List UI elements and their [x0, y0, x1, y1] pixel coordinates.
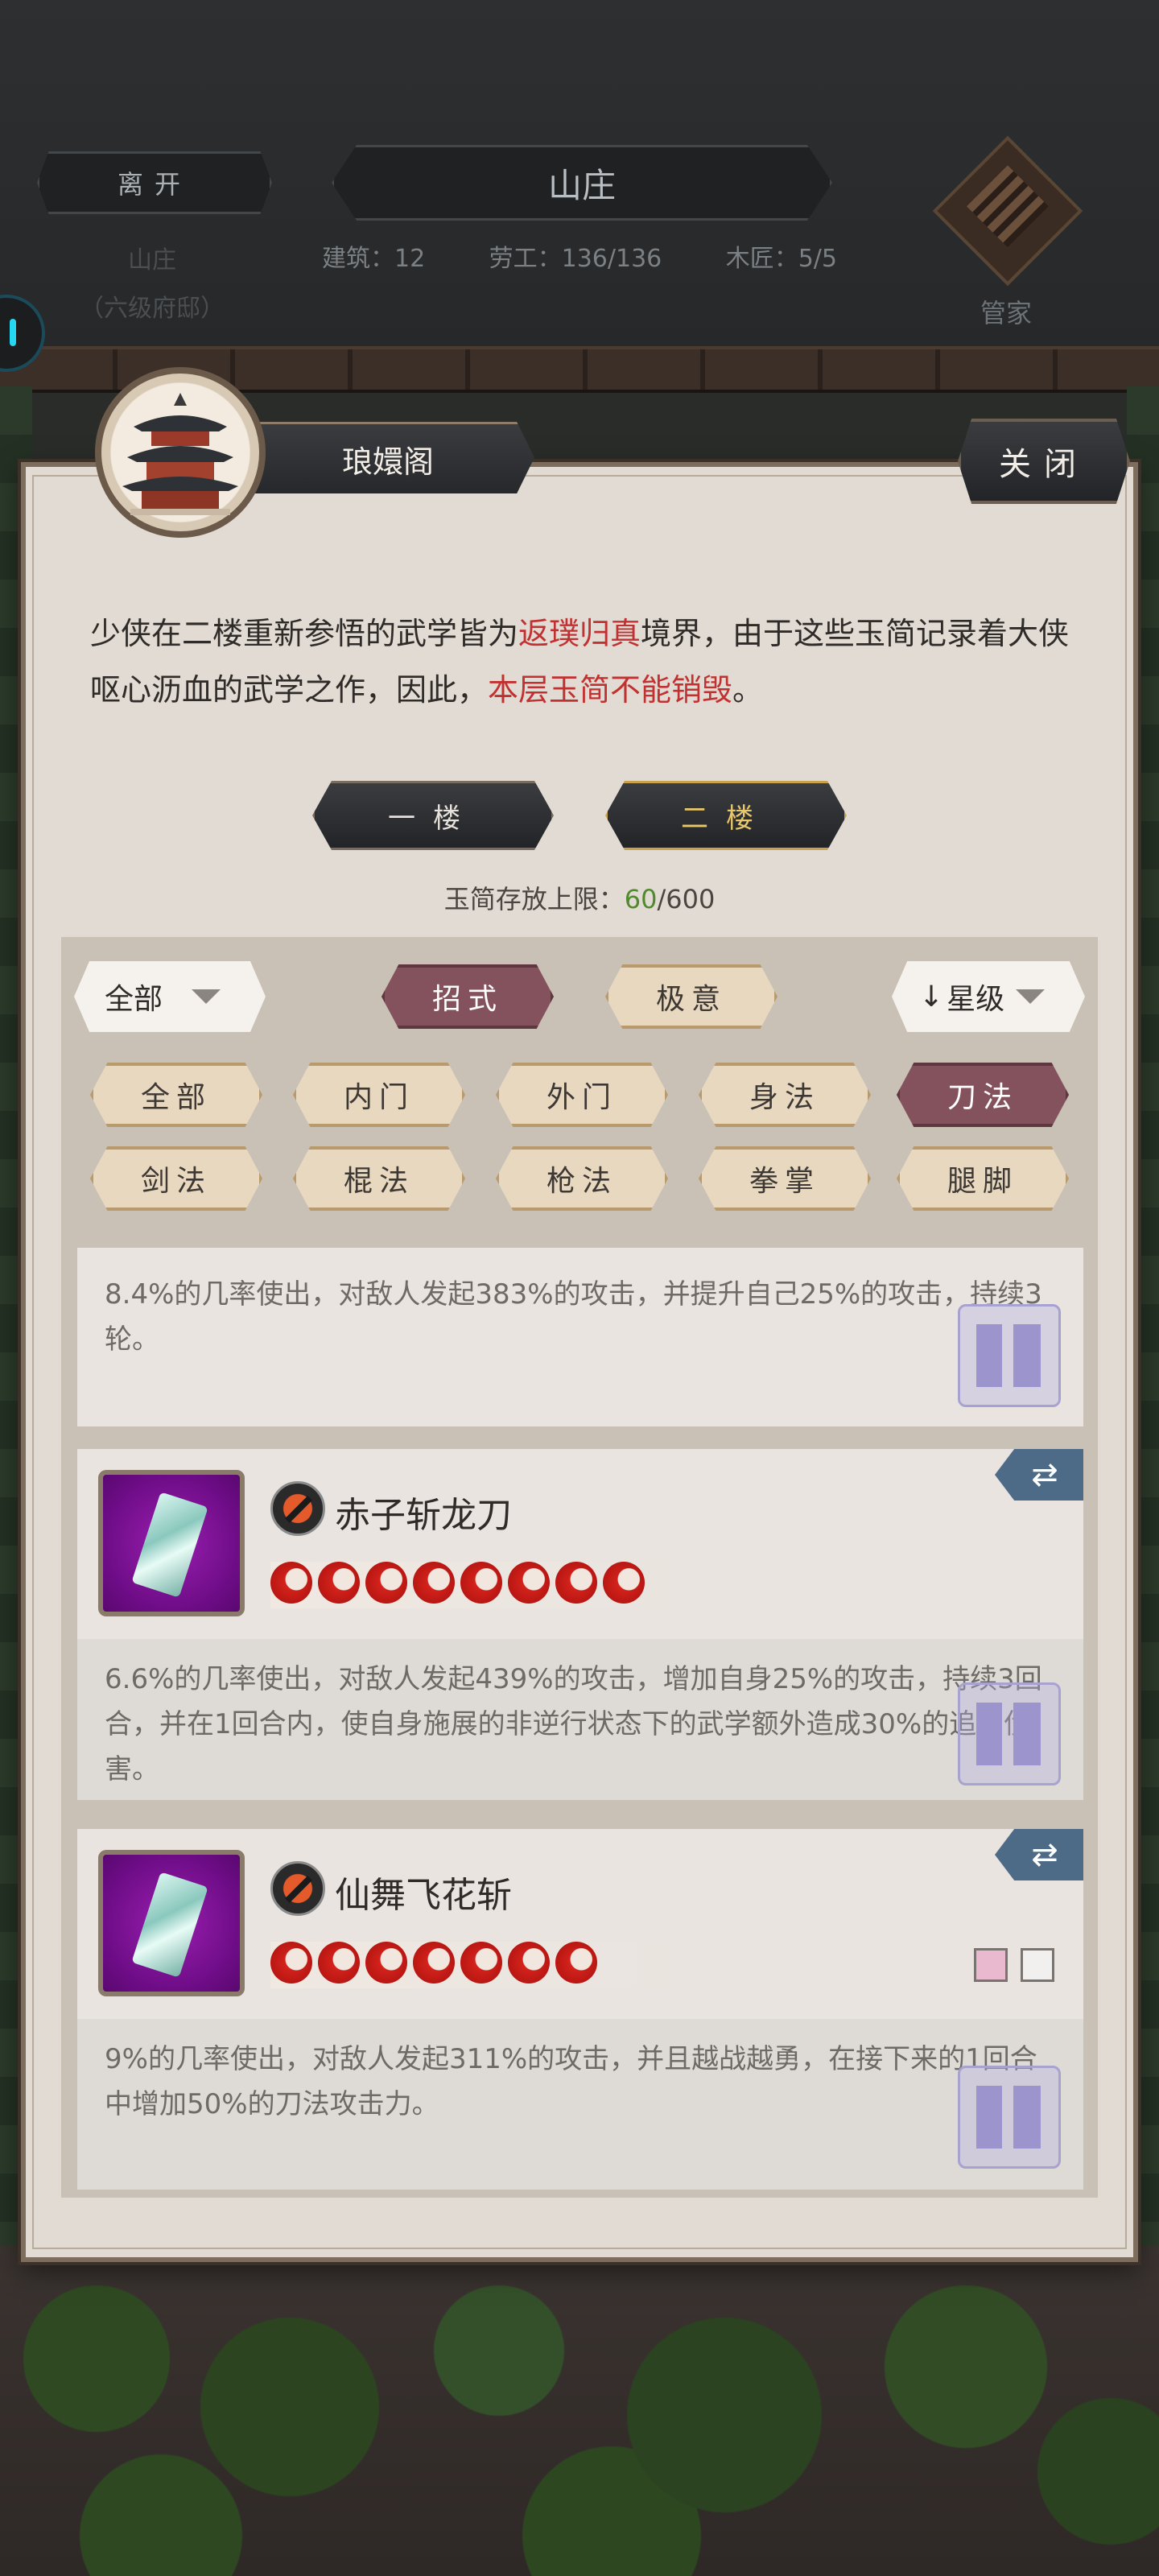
- weapon-tags: [974, 1948, 1054, 1982]
- type-filter-moves[interactable]: 招式: [382, 964, 554, 1029]
- floor-2-tab[interactable]: 二楼: [605, 781, 847, 850]
- floor-1-tab[interactable]: 一楼: [312, 781, 554, 850]
- sort-dropdown-value: 星级: [947, 983, 1005, 1016]
- description-text: 少侠在二楼重新参悟的武学皆为: [90, 616, 519, 651]
- jade-slip-icon: [98, 1850, 245, 1996]
- star-icon: [508, 1942, 550, 1984]
- floor-description: 少侠在二楼重新参悟的武学皆为返璞归真境界，由于这些玉简记录着大侠呕心沥血的武学之…: [90, 605, 1072, 718]
- blade-icon: [270, 1861, 325, 1916]
- skill-card[interactable]: 8.4%的几率使出，对敌人发起383%的攻击，并提升自己25%的攻击，持续3轮。: [77, 1248, 1083, 1426]
- estate-rank: （六级府邸）: [80, 295, 225, 323]
- star-icon: [555, 1942, 597, 1984]
- description-text: 。: [732, 672, 764, 708]
- capacity-current: 60: [624, 884, 658, 914]
- star-icon: [460, 1562, 502, 1604]
- capacity-max: /600: [657, 884, 716, 914]
- carpenters-count: 木匠：5/5: [725, 245, 837, 273]
- pavilion-icon: [95, 367, 266, 538]
- steward-label: 管家: [980, 298, 1032, 328]
- skill-description: 6.6%的几率使出，对敌人发起439%的攻击，增加自身25%的攻击，持续3回合，…: [105, 1663, 1042, 1785]
- estate-stats: 建筑：12 劳工：136/136 木匠：5/5: [322, 238, 837, 274]
- sort-dropdown[interactable]: ↓ 星级: [892, 961, 1085, 1032]
- seal-stamp-icon: [958, 1682, 1061, 1785]
- skill-stars: [270, 1942, 597, 1984]
- seal-stamp-icon: [958, 1304, 1061, 1407]
- dialog-title: 琅嬛阁: [241, 422, 534, 493]
- spear-tag-icon: [1021, 1948, 1054, 1982]
- star-icon: [413, 1562, 455, 1604]
- jade-slip-icon: [98, 1470, 245, 1616]
- star-icon: [508, 1562, 550, 1604]
- school-filter-outer[interactable]: 外门: [496, 1063, 668, 1127]
- sword-tag-icon: [974, 1948, 1008, 1982]
- skill-card[interactable]: 仙舞飞花斩 ⇄ 9%的几率使出，对敌人发起311%的攻击，并且越战越勇，在接下来…: [77, 1829, 1083, 2190]
- blade-icon: [270, 1481, 325, 1536]
- school-filter-kick[interactable]: 腿脚: [897, 1146, 1069, 1211]
- capacity-label: 玉简存放上限：: [443, 884, 625, 914]
- swap-arrows-icon[interactable]: ⇄: [995, 1449, 1083, 1501]
- estate-name: 山庄: [128, 246, 176, 275]
- skill-description: 9%的几率使出，对敌人发起311%的攻击，并且越战越勇，在接下来的1回合中增加5…: [105, 2043, 1037, 2120]
- type-filter-ultimate[interactable]: 极意: [605, 964, 777, 1029]
- garden-scene: [0, 2246, 1159, 2576]
- skill-name: 仙舞飞花斩: [335, 1875, 512, 1916]
- school-filter-staff[interactable]: 棍法: [293, 1146, 465, 1211]
- school-filter-spear[interactable]: 枪法: [496, 1146, 668, 1211]
- star-icon: [318, 1942, 360, 1984]
- category-dropdown-value: 全部: [105, 983, 163, 1016]
- category-dropdown[interactable]: 全部: [74, 961, 266, 1032]
- school-filter-sword[interactable]: 剑法: [90, 1146, 262, 1211]
- school-filter-all[interactable]: 全部: [90, 1063, 262, 1127]
- close-button[interactable]: 关闭: [958, 419, 1130, 504]
- school-filter-footwork[interactable]: 身法: [699, 1063, 871, 1127]
- school-filter-inner[interactable]: 内门: [293, 1063, 465, 1127]
- realm-highlight: 返璞归真: [518, 616, 641, 651]
- skill-card[interactable]: 赤子斩龙刀 ⇄ 6.6%的几率使出，对敌人发起439%的攻击，增加自身25%的攻…: [77, 1449, 1083, 1800]
- warning-highlight: 本层玉简不能销毁: [488, 672, 733, 708]
- location-title: 山庄: [332, 145, 832, 221]
- leave-button[interactable]: 离开: [37, 151, 272, 214]
- star-icon: [413, 1942, 455, 1984]
- star-icon: [270, 1942, 312, 1984]
- skill-description: 8.4%的几率使出，对敌人发起383%的攻击，并提升自己25%的攻击，持续3轮。: [105, 1278, 1042, 1356]
- chevron-down-icon: [1016, 989, 1046, 1004]
- seal-stamp-icon: [958, 2066, 1061, 2169]
- school-filter-fist[interactable]: 拳掌: [699, 1146, 871, 1211]
- buildings-count: 建筑：12: [322, 245, 426, 273]
- swap-arrows-icon[interactable]: ⇄: [995, 1829, 1083, 1880]
- skill-name: 赤子斩龙刀: [335, 1495, 512, 1536]
- star-icon: [318, 1562, 360, 1604]
- star-icon: [270, 1562, 312, 1604]
- chevron-down-icon: [192, 989, 221, 1004]
- storage-capacity: 玉简存放上限：60/600: [0, 879, 1159, 916]
- sort-arrow-icon: ↓: [919, 980, 944, 1013]
- star-icon: [365, 1942, 407, 1984]
- school-filter-blade[interactable]: 刀法: [897, 1063, 1069, 1127]
- workers-count: 劳工：136/136: [489, 245, 662, 273]
- star-icon: [365, 1562, 407, 1604]
- star-icon: [460, 1942, 502, 1984]
- star-icon: [603, 1562, 645, 1604]
- skill-stars: [270, 1562, 645, 1604]
- star-icon: [555, 1562, 597, 1604]
